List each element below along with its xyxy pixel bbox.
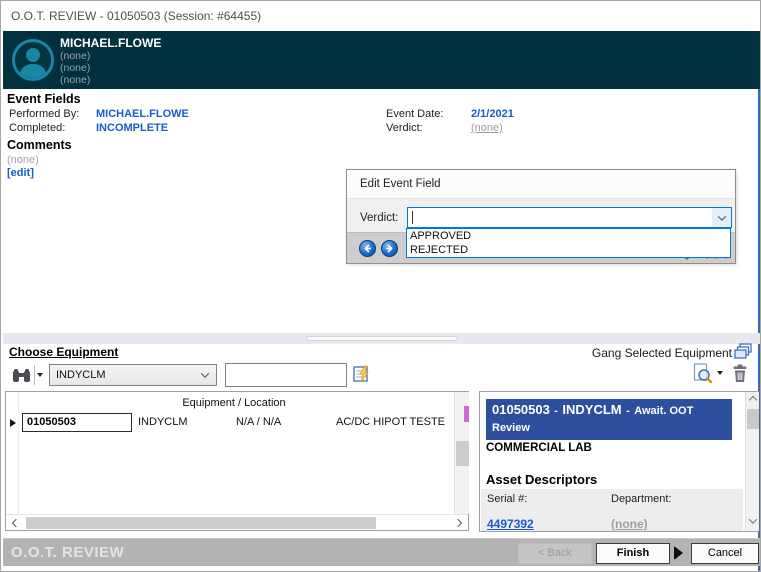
- chevron-left-icon: [12, 519, 20, 527]
- horizontal-scrollbar-thumb[interactable]: [26, 517, 376, 529]
- text-caret: [412, 211, 413, 224]
- table-vertical-scrollbar[interactable]: [454, 392, 469, 514]
- delete-button[interactable]: [732, 364, 748, 383]
- preview-search-button[interactable]: [692, 363, 712, 383]
- arrow-right-icon: [384, 243, 395, 254]
- trash-icon: [732, 364, 748, 383]
- department-value-link[interactable]: (none): [611, 517, 648, 531]
- scroll-up-button[interactable]: [749, 395, 757, 405]
- back-button[interactable]: < Back: [518, 543, 592, 564]
- dialog-title: Edit Event Field: [360, 178, 441, 190]
- scroll-down-button[interactable]: [749, 516, 757, 526]
- performed-by-label: Performed By:: [9, 108, 79, 120]
- category-value: INDYCLM: [56, 369, 106, 381]
- equipment-category-combobox[interactable]: INDYCLM: [49, 364, 217, 386]
- gang-selected-equipment-label: Gang Selected Equipment: [592, 346, 732, 360]
- separator: -: [554, 405, 558, 417]
- cancel-button[interactable]: Cancel: [691, 543, 759, 564]
- scroll-right-button[interactable]: [454, 519, 462, 527]
- equipment-cell-model[interactable]: INDYCLM: [138, 416, 188, 428]
- binoculars-icon: [12, 368, 31, 383]
- verdict-dropdown-list: APPROVED REJECTED: [406, 228, 731, 258]
- find-binoculars-button[interactable]: [9, 365, 33, 385]
- section-splitter: [3, 333, 760, 344]
- nav-next-button[interactable]: [381, 240, 398, 257]
- splitter-drag-handle[interactable]: [306, 336, 458, 341]
- performed-by-value: MICHAEL.FLOWE: [96, 108, 189, 120]
- chevron-right-icon: [454, 519, 462, 527]
- serial-label: Serial #:: [487, 493, 527, 505]
- gang-copy-pages-icon[interactable]: [734, 343, 752, 360]
- completed-label: Completed:: [9, 122, 65, 134]
- user-avatar-icon: [11, 38, 55, 82]
- serial-value-link[interactable]: 4497392: [487, 517, 534, 531]
- magnifier-document-icon: [692, 363, 712, 383]
- panel-scrollbar-thumb[interactable]: [747, 409, 759, 429]
- oot-review-window: O.O.T. REVIEW - 01050503 (Session: #6445…: [0, 0, 761, 572]
- dropdown-option-approved[interactable]: APPROVED: [407, 229, 730, 243]
- triangle-down-icon: [37, 373, 43, 377]
- triangle-down-icon: [717, 371, 723, 375]
- arrow-left-icon: [362, 243, 373, 254]
- user-detail-line: (none): [60, 62, 90, 74]
- default-button-arrow-icon: [674, 546, 683, 560]
- equipment-search-input[interactable]: [225, 363, 347, 387]
- quick-edit-button[interactable]: [353, 365, 371, 383]
- completed-value: INCOMPLETE: [96, 122, 168, 134]
- user-detail-line: (none): [60, 50, 90, 62]
- comments-value: (none): [7, 154, 39, 166]
- asset-detail-panel: 01050503 - INDYCLM - Await. OOT Review C…: [479, 391, 759, 532]
- verdict-combobox[interactable]: [407, 207, 732, 228]
- footer-title: O.O.T. REVIEW: [11, 544, 124, 561]
- equipment-table-header: Equipment / Location: [19, 397, 449, 409]
- comments-edit-link[interactable]: [edit]: [7, 167, 34, 179]
- dialog-verdict-label: Verdict:: [360, 212, 398, 224]
- user-detail-lines: (none) (none) (none): [60, 50, 90, 86]
- user-header-band: MICHAEL.FLOWE (none) (none) (none): [3, 31, 760, 89]
- panel-vertical-scrollbar[interactable]: [745, 392, 759, 531]
- asset-model: INDYCLM: [562, 402, 621, 417]
- chevron-up-icon: [749, 396, 757, 404]
- scroll-left-button[interactable]: [12, 519, 20, 527]
- event-date-label: Event Date:: [386, 108, 443, 120]
- wizard-footer-bar: O.O.T. REVIEW < Back Finish Cancel: [3, 538, 760, 566]
- department-label: Department:: [611, 493, 672, 505]
- comments-heading: Comments: [7, 138, 72, 152]
- chevron-down-icon: [717, 212, 725, 220]
- scrollbar-pink-indicator: [464, 406, 469, 422]
- verdict-value-link[interactable]: (none): [471, 122, 503, 134]
- equipment-cell-description[interactable]: AC/DC HIPOT TESTE: [336, 416, 445, 428]
- asset-lab-name: COMMERCIAL LAB: [486, 442, 592, 454]
- nav-previous-button[interactable]: [359, 240, 376, 257]
- finish-button[interactable]: Finish: [596, 543, 670, 564]
- asset-descriptors-band: Serial #: Department: 4497392 (none): [481, 489, 743, 532]
- choose-equipment-heading[interactable]: Choose Equipment: [9, 345, 118, 359]
- event-date-value: 2/1/2021: [471, 108, 514, 120]
- dropdown-option-rejected[interactable]: REJECTED: [407, 243, 730, 257]
- row-selector-gutter: [6, 392, 19, 530]
- find-options-dropdown[interactable]: [34, 365, 45, 385]
- event-fields-heading: Event Fields: [7, 92, 81, 106]
- verdict-label: Verdict:: [386, 122, 423, 134]
- chevron-down-icon: [749, 515, 757, 523]
- dialog-title-bar: Edit Event Field: [347, 170, 735, 199]
- asset-descriptors-heading: Asset Descriptors: [486, 472, 597, 487]
- user-name: MICHAEL.FLOWE: [60, 36, 161, 50]
- separator: -: [626, 405, 630, 417]
- equipment-table: Equipment / Location 01050503 INDYCLM N/…: [5, 391, 469, 531]
- equipment-cell-location[interactable]: N/A / N/A: [236, 416, 281, 428]
- asset-header-bar[interactable]: 01050503 - INDYCLM - Await. OOT Review: [486, 399, 732, 440]
- window-title: O.O.T. REVIEW - 01050503 (Session: #6445…: [11, 9, 261, 23]
- current-row-marker-icon: [10, 419, 16, 427]
- combobox-dropdown-button[interactable]: [712, 208, 731, 227]
- chevron-down-icon: [201, 369, 209, 377]
- asset-id: 01050503: [492, 402, 550, 417]
- table-horizontal-scrollbar[interactable]: [6, 514, 468, 530]
- preview-options-dropdown[interactable]: [714, 363, 725, 383]
- user-detail-line: (none): [60, 74, 90, 86]
- vertical-scrollbar-thumb[interactable]: [456, 441, 469, 466]
- equipment-cell-id[interactable]: 01050503: [22, 413, 132, 432]
- notepad-lightning-icon: [353, 365, 371, 383]
